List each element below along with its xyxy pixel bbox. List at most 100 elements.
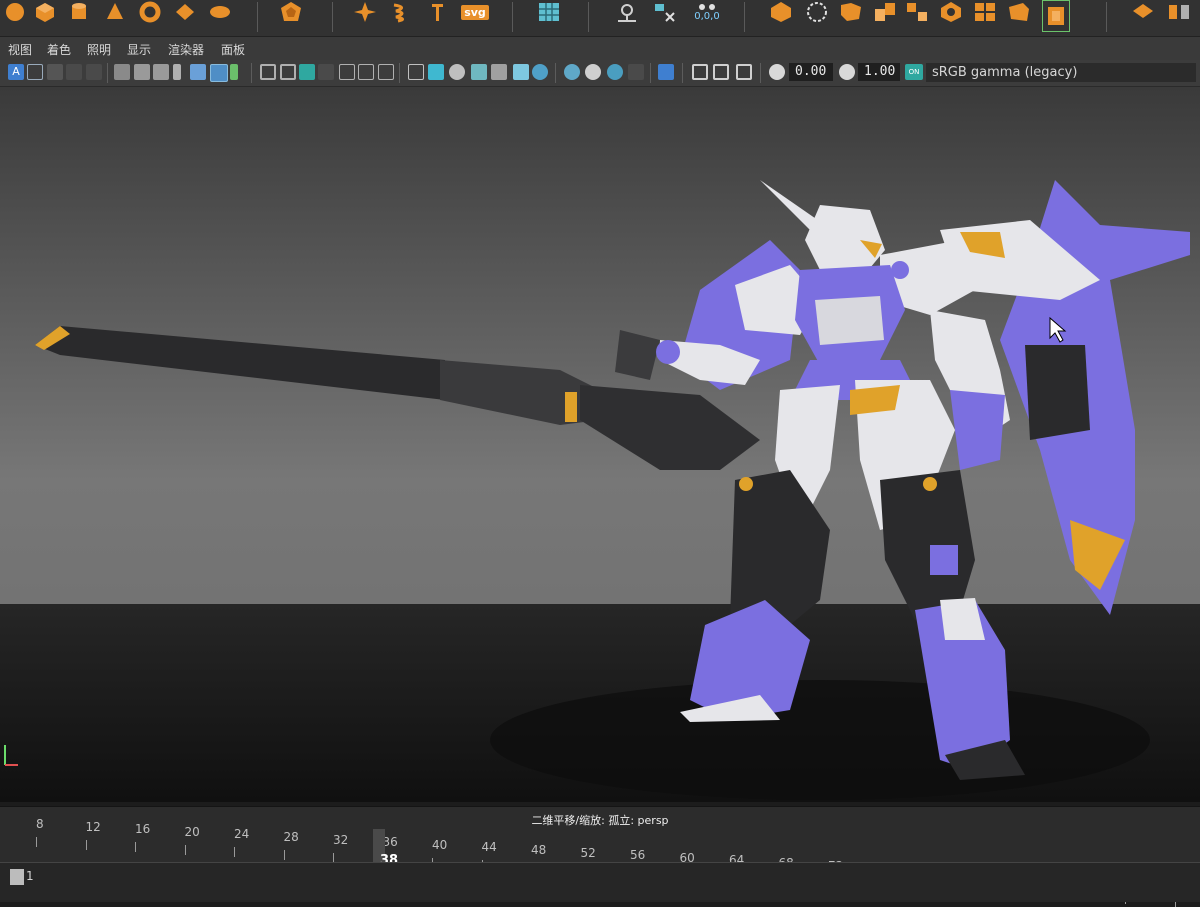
grease-pencil-icon[interactable] — [114, 64, 130, 80]
bridge-icon[interactable] — [838, 0, 864, 24]
shelf-separator — [332, 2, 333, 32]
grid-toggle-icon[interactable] — [260, 64, 276, 80]
safe-action-icon[interactable] — [210, 64, 228, 82]
menu-view[interactable]: 视图 — [8, 41, 32, 58]
exposure-icon[interactable] — [769, 64, 785, 80]
film-gate-icon[interactable] — [280, 64, 296, 80]
range-start-handle[interactable] — [10, 869, 24, 885]
mirror-icon[interactable] — [1166, 0, 1192, 24]
snap-icon[interactable] — [614, 0, 640, 24]
toolbar-separator — [650, 63, 651, 83]
timeline-tick-label: 44 — [481, 840, 497, 855]
append-icon[interactable] — [1130, 0, 1156, 24]
union-icon[interactable] — [768, 0, 794, 24]
xray-components-icon[interactable] — [736, 64, 752, 80]
camera-lock-icon[interactable] — [153, 64, 169, 80]
extrude-icon[interactable] — [1042, 0, 1070, 32]
combine-icon[interactable] — [872, 0, 898, 24]
perspective-viewport[interactable] — [0, 87, 1200, 802]
camera-icon[interactable] — [134, 64, 150, 80]
image-plane-icon[interactable] — [66, 64, 82, 80]
separate-icon[interactable] — [904, 0, 930, 24]
exposure-field[interactable]: 0.00 — [789, 63, 833, 81]
left-hip-thruster — [739, 477, 753, 491]
isolate-select-icon[interactable] — [658, 64, 674, 80]
timeline-tick — [85, 839, 87, 850]
wireframe-icon[interactable] — [408, 64, 424, 80]
timeline-tick — [135, 842, 136, 853]
bevel-icon[interactable] — [1006, 0, 1032, 24]
two-d-pan-icon[interactable] — [86, 64, 102, 80]
fill-hole-icon[interactable] — [938, 0, 964, 24]
left-hand — [656, 340, 680, 364]
timeline-tick — [283, 850, 285, 860]
bookmark-icon[interactable] — [173, 64, 181, 80]
gamma-field[interactable]: 1.00 — [858, 63, 900, 81]
safe-title-icon[interactable] — [358, 64, 374, 80]
color-management-toggle[interactable]: ON — [905, 64, 923, 80]
motion-blur-icon[interactable] — [585, 64, 601, 80]
right-hip-thruster — [923, 477, 937, 491]
viewport-hud-label: 二维平移/缩放: 孤立: persp — [531, 814, 669, 827]
cylinder-icon[interactable] — [66, 0, 92, 24]
type-icon[interactable] — [424, 0, 450, 24]
svg-icon[interactable]: svg — [460, 0, 490, 24]
grid-icon[interactable] — [536, 0, 562, 24]
overscan-icon[interactable] — [378, 64, 394, 80]
soccer-ball-icon[interactable] — [278, 0, 304, 24]
sweep-icon[interactable] — [352, 0, 378, 24]
sword-guard-trim — [565, 392, 577, 422]
shelf-separator — [257, 2, 258, 32]
field-chart-icon[interactable] — [190, 64, 206, 80]
transform-icon[interactable] — [652, 0, 678, 24]
disc-icon[interactable] — [207, 0, 233, 24]
pencil-icon[interactable] — [230, 64, 238, 80]
smooth-icon[interactable] — [972, 0, 998, 24]
timeline-tick-label: 40 — [432, 837, 448, 852]
smooth-shade-icon[interactable] — [428, 64, 444, 80]
menu-panels[interactable]: 面板 — [221, 41, 245, 58]
bookmarks-icon[interactable] — [47, 64, 63, 80]
resolution-gate-icon[interactable] — [299, 64, 315, 80]
coordinates-label: 0,0,0 — [694, 11, 720, 22]
color-space-dropdown[interactable]: sRGB gamma (legacy) — [926, 63, 1196, 82]
xray-joints-icon[interactable] — [713, 64, 729, 80]
plane-icon[interactable] — [172, 0, 198, 24]
camera-attributes-icon[interactable] — [27, 64, 43, 80]
helix-icon[interactable] — [388, 0, 414, 24]
wireframe-on-shaded-icon[interactable] — [471, 64, 487, 80]
coordinates-icon[interactable]: 0,0,0 — [690, 0, 724, 24]
toolbar-separator — [251, 63, 252, 83]
timeline-tick — [36, 837, 37, 847]
extract-icon[interactable] — [804, 0, 830, 24]
toolbar-separator — [399, 63, 400, 83]
multisample-aa-icon[interactable] — [607, 64, 623, 80]
menu-show[interactable]: 显示 — [127, 41, 151, 58]
timeline-tick-label: 32 — [333, 832, 349, 847]
gamma-icon[interactable] — [839, 64, 855, 80]
shelf-separator — [1106, 2, 1107, 32]
shelf-separator — [744, 2, 745, 32]
torus-icon[interactable] — [137, 0, 163, 24]
depth-of-field-icon[interactable] — [628, 64, 644, 80]
use-default-material-icon[interactable] — [449, 64, 465, 80]
range-slider[interactable]: 1 — [0, 862, 1200, 902]
select-camera-icon[interactable]: A — [8, 64, 24, 80]
textured-icon[interactable] — [491, 64, 507, 80]
screen-space-ao-icon[interactable] — [564, 64, 580, 80]
shadows-icon[interactable] — [532, 64, 548, 80]
shelf-separator — [588, 2, 589, 32]
panel-toolbar: A 0.00 1.00 ON sRGB gamma (legacy) — [0, 60, 1200, 87]
xray-icon[interactable] — [692, 64, 708, 80]
viewport-scene — [0, 87, 1200, 802]
timeline-tick-label: 48 — [531, 843, 547, 857]
menu-renderer[interactable]: 渲染器 — [168, 41, 204, 58]
gate-mask-icon[interactable] — [318, 64, 334, 80]
menu-lighting[interactable]: 照明 — [87, 41, 111, 58]
menu-shading[interactable]: 着色 — [47, 41, 71, 58]
field-guide-icon[interactable] — [339, 64, 355, 80]
use-all-lights-icon[interactable] — [513, 64, 529, 80]
sphere-icon[interactable] — [2, 0, 28, 24]
cube-icon[interactable] — [32, 0, 58, 24]
cone-icon[interactable] — [102, 0, 128, 24]
